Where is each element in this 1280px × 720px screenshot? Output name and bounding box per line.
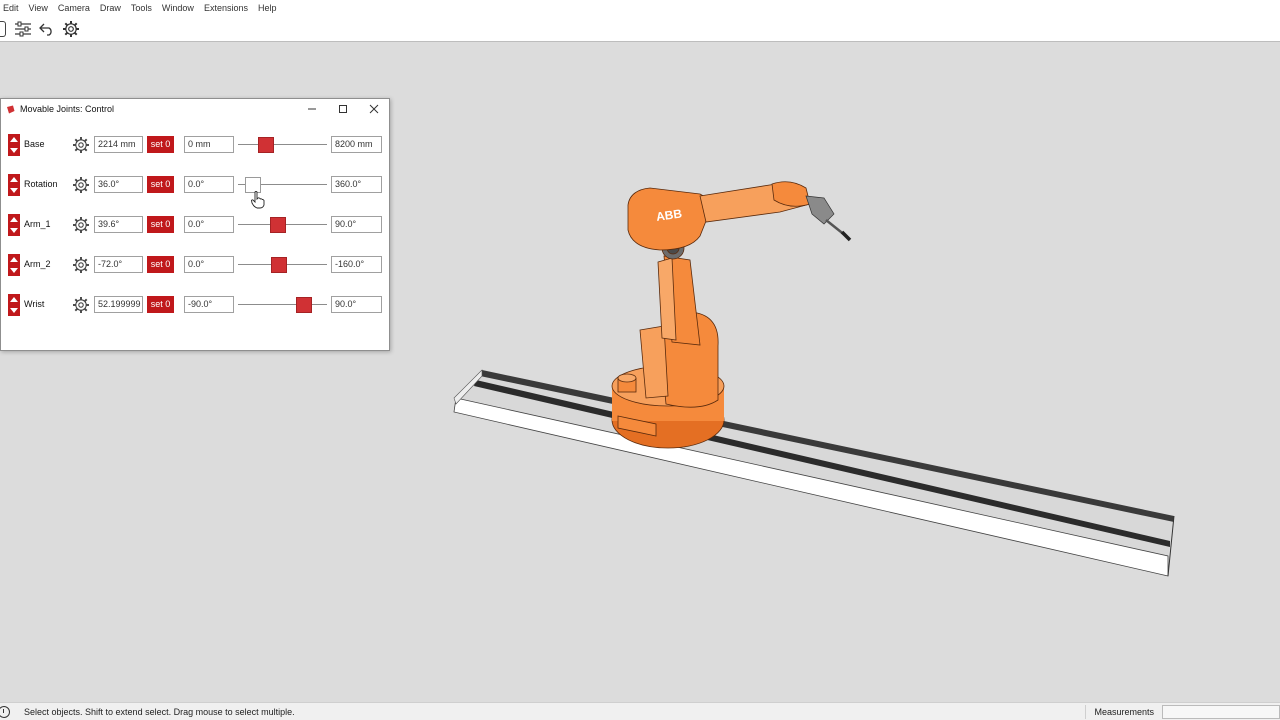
maximize-icon [338, 105, 347, 113]
close-button[interactable] [358, 99, 389, 119]
arrow-down-icon [10, 188, 18, 193]
joint-slider-thumb[interactable] [296, 297, 312, 313]
mouse-cursor-icon [251, 191, 265, 209]
joint-label: Rotation [24, 179, 58, 189]
arrow-down-icon [10, 308, 18, 313]
movable-joints-dialog: Movable Joints: Control Base 2214 mm set 0… [0, 98, 390, 351]
sliders-button[interactable] [12, 18, 34, 40]
status-separator [1085, 704, 1087, 719]
set-zero-button[interactable]: set 0 [147, 256, 174, 273]
joint-step-button[interactable] [8, 254, 20, 276]
close-icon [369, 104, 378, 114]
joint-row-base: Base 2214 mm set 0 0 mm 8200 mm [1, 134, 389, 160]
joint-step-button[interactable] [8, 174, 20, 196]
joint-row-rotation: Rotation 36.0° set 0 0.0° 360.0° [1, 174, 389, 200]
joint-max-input[interactable]: 360.0° [331, 176, 382, 193]
arrow-down-icon [10, 228, 18, 233]
dialog-title: Movable Joints: Control [20, 104, 115, 114]
info-icon[interactable] [0, 705, 10, 718]
joint-slider-track[interactable] [238, 304, 327, 305]
menu-view[interactable]: View [24, 0, 53, 17]
toolbar [0, 17, 1280, 42]
set-zero-button[interactable]: set 0 [147, 216, 174, 233]
menu-extensions[interactable]: Extensions [199, 0, 253, 17]
maximize-button[interactable] [327, 99, 358, 119]
joint-value-input[interactable]: 39.6° [94, 216, 143, 233]
undo-icon [39, 23, 52, 36]
joint-value-input[interactable]: 36.0° [94, 176, 143, 193]
arrow-up-icon [10, 177, 18, 182]
undo-button[interactable] [36, 18, 58, 40]
joint-max-input[interactable]: 8200 mm [331, 136, 382, 153]
joint-max-input[interactable]: -160.0° [331, 256, 382, 273]
joint-value-input[interactable]: -72.0° [94, 256, 143, 273]
gear-icon[interactable] [72, 296, 90, 314]
gear-icon[interactable] [72, 176, 90, 194]
joint-label: Wrist [24, 299, 45, 309]
arrow-up-icon [10, 137, 18, 142]
joint-row-arm-2: Arm_2 -72.0° set 0 0.0° -160.0° [1, 254, 389, 280]
minimize-icon [307, 108, 316, 110]
menu-edit[interactable]: Edit [0, 0, 24, 17]
joint-min-input[interactable]: 0 mm [184, 136, 234, 153]
menu-camera[interactable]: Camera [53, 0, 95, 17]
measurements-input[interactable] [1162, 704, 1280, 719]
menu-bar: Edit View Camera Draw Tools Window Exten… [0, 0, 1280, 17]
dialog-titlebar[interactable]: Movable Joints: Control [1, 99, 389, 119]
arrow-down-icon [10, 268, 18, 273]
status-bar: Select objects. Shift to extend select. … [0, 702, 1280, 720]
linear-rail [453, 369, 1175, 577]
joint-max-input[interactable]: 90.0° [331, 216, 382, 233]
joint-label: Base [24, 139, 45, 149]
joint-slider-track[interactable] [238, 144, 327, 145]
arrow-up-icon [10, 257, 18, 262]
gear-icon[interactable] [72, 136, 90, 154]
joint-min-input[interactable]: 0.0° [184, 216, 234, 233]
arrow-up-icon [10, 217, 18, 222]
set-zero-button[interactable]: set 0 [147, 176, 174, 193]
joint-row-arm-1: Arm_1 39.6° set 0 0.0° 90.0° [1, 214, 389, 240]
gear-icon[interactable] [72, 216, 90, 234]
set-zero-button[interactable]: set 0 [147, 136, 174, 153]
menu-help[interactable]: Help [253, 0, 282, 17]
joint-step-button[interactable] [8, 294, 20, 316]
set-zero-button[interactable]: set 0 [147, 296, 174, 313]
settings-button[interactable] [60, 18, 82, 40]
joint-min-input[interactable]: 0.0° [184, 176, 234, 193]
joint-row-wrist: Wrist 52.199999 set 0 -90.0° 90.0° [1, 294, 389, 320]
menu-window[interactable]: Window [157, 0, 199, 17]
gear-icon[interactable] [72, 256, 90, 274]
measurements-label: Measurements [1094, 706, 1154, 717]
joint-value-input[interactable]: 52.199999 [94, 296, 143, 313]
joint-label: Arm_2 [24, 259, 51, 269]
toolbar-edge-icon [0, 21, 6, 37]
sliders-icon [15, 21, 31, 37]
menu-tools[interactable]: Tools [126, 0, 157, 17]
joint-min-input[interactable]: 0.0° [184, 256, 234, 273]
joint-min-input[interactable]: -90.0° [184, 296, 234, 313]
joint-label: Arm_1 [24, 219, 51, 229]
joint-step-button[interactable] [8, 214, 20, 236]
robot-lower-arm [639, 236, 719, 408]
menu-draw[interactable]: Draw [95, 0, 126, 17]
arrow-up-icon [10, 297, 18, 302]
joint-max-input[interactable]: 90.0° [331, 296, 382, 313]
joint-slider-thumb[interactable] [258, 137, 274, 153]
joint-value-input[interactable]: 2214 mm [94, 136, 143, 153]
joint-step-button[interactable] [8, 134, 20, 156]
joint-slider-thumb[interactable] [271, 257, 287, 273]
robot-tool [805, 195, 852, 242]
gear-icon [63, 21, 79, 37]
minimize-button[interactable] [296, 99, 327, 119]
app-logo-icon [7, 105, 15, 113]
joint-slider-thumb[interactable] [270, 217, 286, 233]
arrow-down-icon [10, 148, 18, 153]
status-hint: Select objects. Shift to extend select. … [24, 706, 295, 717]
